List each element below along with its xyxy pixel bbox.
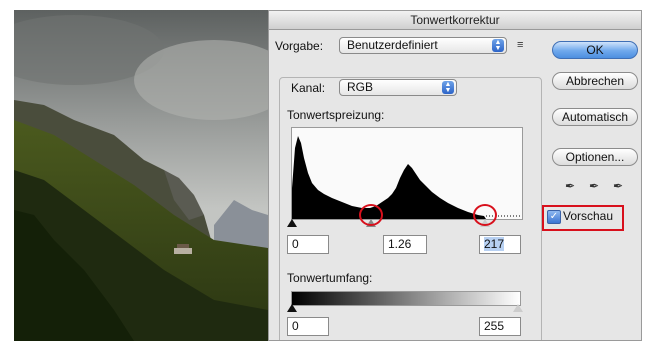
preset-options-icon[interactable]: ≡	[517, 39, 523, 51]
photo-preview	[14, 10, 268, 341]
ok-button[interactable]: OK	[552, 41, 638, 59]
highlight-circle-gamma	[359, 204, 383, 226]
preview-checkbox[interactable]: ✓	[547, 210, 561, 224]
channel-select-value: RGB	[347, 80, 374, 94]
output-black-slider[interactable]	[287, 304, 297, 312]
preset-select-value: Benutzerdefiniert	[347, 38, 438, 52]
preview-label: Vorschau	[563, 209, 614, 223]
input-gamma-field[interactable]: 1.26	[383, 235, 427, 254]
input-white-field[interactable]: 217	[479, 235, 521, 254]
input-levels-label: Tonwertspreizung:	[287, 108, 385, 122]
white-point-eyedropper-icon[interactable]: ✒	[613, 179, 623, 193]
channel-label: Kanal:	[287, 81, 330, 95]
highlight-circle-white	[473, 204, 497, 226]
options-button[interactable]: Optionen...	[552, 148, 638, 166]
output-white-slider[interactable]	[513, 304, 523, 312]
cancel-button[interactable]: Abbrechen	[552, 72, 638, 90]
channel-select[interactable]: RGB ▲ ▼	[339, 79, 457, 96]
popup-arrows-icon: ▲ ▼	[442, 81, 454, 94]
output-gradient	[291, 291, 521, 306]
gray-point-eyedropper-icon[interactable]: ✒	[589, 179, 599, 193]
preset-select[interactable]: Benutzerdefiniert ▲ ▼	[339, 37, 507, 54]
auto-button[interactable]: Automatisch	[552, 108, 638, 126]
input-black-field[interactable]: 0	[287, 235, 329, 254]
preset-label: Vorgabe:	[275, 39, 324, 53]
popup-arrows-icon: ▲ ▼	[492, 39, 504, 52]
levels-dialog: Tonwertkorrektur Vorgabe: Benutzerdefini…	[268, 10, 642, 341]
output-white-field[interactable]: 255	[479, 317, 521, 336]
output-levels-label: Tonwertumfang:	[287, 271, 373, 285]
output-black-field[interactable]: 0	[287, 317, 329, 336]
black-point-eyedropper-icon[interactable]: ✒	[565, 179, 575, 193]
dialog-title: Tonwertkorrektur	[269, 11, 641, 30]
input-black-slider[interactable]	[287, 219, 297, 227]
histogram-curve	[292, 136, 486, 219]
